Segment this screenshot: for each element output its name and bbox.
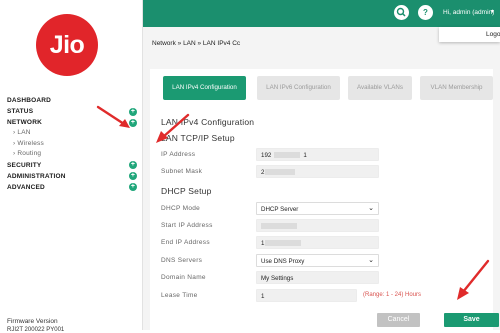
sidebar-item-label: Routing bbox=[17, 150, 42, 157]
section-heading-dhcp: DHCP Setup bbox=[161, 186, 212, 196]
chevron-down-icon: ⌄ bbox=[368, 205, 374, 212]
sidebar-item-label: STATUS bbox=[7, 108, 34, 115]
chevron-right-icon: › bbox=[13, 129, 16, 136]
save-button[interactable]: Save bbox=[444, 313, 499, 327]
dns-servers-select[interactable]: Use DNS Proxy ⌄ bbox=[256, 254, 379, 267]
dhcp-mode-label: DHCP Mode bbox=[161, 205, 201, 212]
firmware-label: Firmware Version bbox=[7, 318, 58, 325]
help-icon[interactable]: ? bbox=[418, 5, 433, 20]
annotation-arrow-network bbox=[96, 105, 130, 128]
sidebar: Jio DASHBOARD STATUS + NETWORK + › LAN › W… bbox=[0, 0, 143, 333]
domain-name-label: Domain Name bbox=[161, 274, 206, 281]
expand-plus-icon[interactable]: + bbox=[129, 183, 137, 191]
sidebar-subitem-routing[interactable]: › Routing bbox=[7, 149, 139, 160]
firmware-value: RJI2T 200022 PY001 bbox=[7, 327, 65, 333]
tab-vlan-membership[interactable]: VLAN Membership bbox=[420, 76, 493, 100]
expand-plus-icon[interactable]: + bbox=[129, 161, 137, 169]
annotation-arrow-ip-address bbox=[156, 113, 190, 143]
dhcp-mode-value: DHCP Server bbox=[261, 206, 299, 213]
sidebar-item-label: ADMINISTRATION bbox=[7, 172, 66, 180]
cancel-button[interactable]: Cancel bbox=[377, 313, 420, 327]
main-content: LAN IPv4 Configuration LAN IPv6 Configur… bbox=[143, 61, 500, 330]
chevron-right-icon: › bbox=[13, 139, 16, 147]
sidebar-item-label: Wireless bbox=[17, 139, 44, 147]
tab-available-vlans[interactable]: Available VLANs bbox=[348, 76, 412, 100]
sidebar-item-label: DASHBOARD bbox=[7, 97, 52, 104]
ip-address-prefix: 192 bbox=[261, 152, 272, 159]
sidebar-item-label: ADVANCED bbox=[7, 183, 45, 191]
sidebar-item-label: NETWORK bbox=[7, 119, 42, 126]
sidebar-item-administration[interactable]: ADMINISTRATION + bbox=[7, 171, 139, 182]
subnet-mask-prefix: 2 bbox=[261, 169, 265, 176]
chevron-down-icon: ⌄ bbox=[368, 257, 374, 264]
ip-address-suffix: 1 bbox=[303, 152, 307, 159]
tab-lan-ipv6[interactable]: LAN IPv6 Configuration bbox=[257, 76, 340, 100]
domain-name-field[interactable]: My Settings bbox=[256, 271, 379, 284]
sidebar-item-advanced[interactable]: ADVANCED + bbox=[7, 182, 139, 193]
redacted-block bbox=[261, 223, 297, 230]
breadcrumb: Network » LAN » LAN IPv4 Cc bbox=[152, 40, 241, 47]
redacted-block bbox=[274, 152, 301, 159]
subnet-mask-label: Subnet Mask bbox=[161, 168, 203, 175]
dns-servers-label: DNS Servers bbox=[161, 257, 203, 264]
jio-logo: Jio bbox=[36, 14, 98, 76]
lease-time-field[interactable]: 1 bbox=[256, 289, 357, 302]
lease-time-range-hint: (Range: 1 - 24) Hours bbox=[363, 292, 422, 298]
lease-time-label: Lease Time bbox=[161, 292, 198, 299]
start-ip-label: Start IP Address bbox=[161, 222, 213, 229]
end-ip-field[interactable]: 1 bbox=[256, 236, 379, 249]
top-bar: ? Hi, admin (admin) ▾ bbox=[143, 0, 500, 27]
config-card: LAN IPv4 Configuration LAN IPv6 Configur… bbox=[150, 69, 499, 330]
end-ip-prefix: 1 bbox=[261, 240, 265, 247]
redacted-block bbox=[265, 169, 296, 176]
ip-address-label: IP Address bbox=[161, 151, 196, 158]
tab-lan-ipv4[interactable]: LAN IPv4 Configuration bbox=[163, 76, 246, 100]
sidebar-item-label: SECURITY bbox=[7, 161, 42, 169]
dhcp-mode-select[interactable]: DHCP Server ⌄ bbox=[256, 202, 379, 215]
subnet-mask-field[interactable]: 2 bbox=[256, 165, 379, 178]
chevron-down-icon[interactable]: ▾ bbox=[491, 8, 494, 15]
search-icon[interactable] bbox=[394, 5, 409, 20]
annotation-arrow-save bbox=[457, 259, 490, 300]
start-ip-field[interactable] bbox=[256, 219, 379, 232]
dns-servers-value: Use DNS Proxy bbox=[261, 258, 305, 265]
logout-menu-item[interactable]: Logout bbox=[439, 27, 500, 42]
sidebar-item-label: LAN bbox=[17, 129, 31, 136]
end-ip-label: End IP Address bbox=[161, 239, 210, 246]
breadcrumb-bar: Network » LAN » LAN IPv4 Cc Logout bbox=[143, 27, 500, 61]
redacted-block bbox=[265, 240, 302, 247]
ip-address-field[interactable]: 192 1 bbox=[256, 148, 379, 161]
user-menu[interactable]: Hi, admin (admin) bbox=[443, 9, 494, 16]
sidebar-subitem-wireless[interactable]: › Wireless bbox=[7, 139, 139, 150]
chevron-right-icon: › bbox=[13, 150, 16, 157]
sidebar-item-security[interactable]: SECURITY + bbox=[7, 160, 139, 171]
expand-plus-icon[interactable]: + bbox=[129, 172, 137, 180]
